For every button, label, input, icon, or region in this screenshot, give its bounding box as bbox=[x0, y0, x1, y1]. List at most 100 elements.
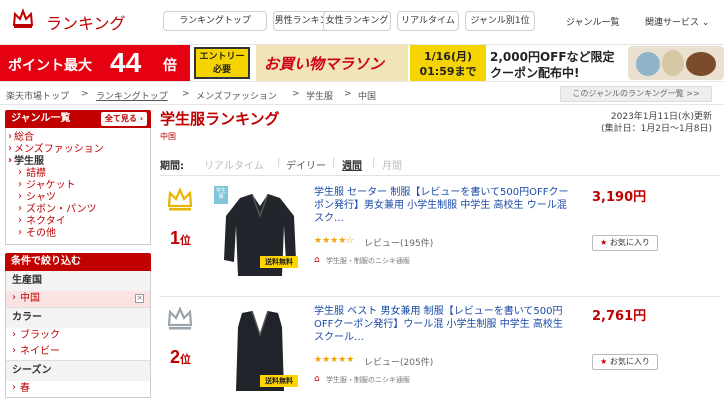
product-image[interactable]: 送料無料 bbox=[214, 305, 306, 401]
free-shipping-badge: 送料無料 bbox=[260, 256, 298, 268]
star-icon: ★ bbox=[600, 238, 608, 247]
genre-item-pants[interactable]: ズボン・パンツ bbox=[6, 203, 150, 216]
coupon-promo: 2,000円OFFなど限定 クーポン配布中! bbox=[486, 45, 724, 81]
subgenre-label: 中国 bbox=[160, 132, 176, 141]
period-label: 期間: bbox=[160, 161, 184, 172]
genre-ranking-list-button[interactable]: このジャンルのランキング一覧 >> bbox=[560, 86, 712, 102]
price: 3,190円 bbox=[592, 190, 647, 205]
nav-realtime[interactable]: リアルタイム bbox=[397, 11, 459, 31]
shop-house-icon: ⌂ bbox=[314, 374, 320, 384]
chevron-down-icon: ⌄ bbox=[701, 18, 710, 28]
filter-country-title: 生産国 bbox=[6, 271, 150, 291]
marathon-banner[interactable]: ポイント最大 44 倍 エントリー必要 お買い物マラソン 1/16(月) 01:… bbox=[0, 44, 724, 82]
star-rating: ★★★★★ bbox=[314, 355, 355, 365]
filter-panel: 生産国 中国 × カラー ブラック ネイビー シーズン 春 bbox=[5, 271, 151, 398]
rank-number: 1位 bbox=[170, 228, 192, 248]
divider bbox=[160, 296, 720, 297]
breadcrumb-sep: > bbox=[81, 89, 89, 99]
marathon-title: お買い物マラソン bbox=[256, 45, 408, 81]
price: 2,761円 bbox=[592, 309, 647, 324]
review-count-link[interactable]: レビュー(195件) bbox=[364, 236, 433, 249]
tab-realtime[interactable]: リアルタイム bbox=[204, 157, 264, 172]
genre-item-mens-fashion[interactable]: メンズファッション bbox=[6, 143, 150, 156]
filter-country-china[interactable]: 中国 × bbox=[6, 291, 150, 307]
review-count-link[interactable]: レビュー(205件) bbox=[364, 355, 433, 368]
shop-name-link[interactable]: 学生服・制服のニシキ通販 bbox=[326, 256, 410, 266]
tab-weekly[interactable]: 週間 bbox=[342, 157, 362, 172]
genre-item-school-uniform[interactable]: 学生服 bbox=[6, 155, 150, 168]
filter-color-navy[interactable]: ネイビー bbox=[6, 344, 150, 360]
breadcrumb-mens-fashion[interactable]: メンズファッション bbox=[196, 89, 277, 102]
see-all-button[interactable]: 全て見る › bbox=[100, 112, 147, 126]
genre-list-header: ジャンル一覧 全て見る › bbox=[5, 110, 151, 128]
coupon-line1: 2,000円OFFなど限定 bbox=[490, 50, 615, 64]
deadline: 1/16(月) 01:59まで bbox=[410, 45, 486, 81]
genre-list-title: ジャンル一覧 bbox=[11, 113, 71, 124]
point-promo: ポイント最大 44 倍 bbox=[0, 45, 190, 81]
updated-info: 2023年1月11日(水)更新 (集計日：1月2日～1月8日) bbox=[601, 111, 712, 135]
breadcrumb-sep: > bbox=[344, 89, 352, 99]
product-title-link[interactable]: 学生服 セーター 制服【レビューを書いて500円OFFクーポン発行】男女兼用 小… bbox=[314, 186, 572, 225]
nav-genre-list[interactable]: ジャンル一覧 bbox=[566, 15, 620, 28]
product-image[interactable]: 学生服 送料無料 bbox=[214, 186, 306, 282]
product-title-link[interactable]: 学生服 ベスト 男女兼用 制服【レビューを書いて500円OFFクーポン発行】ウー… bbox=[314, 305, 572, 344]
period-sep: | bbox=[372, 157, 376, 168]
tab-daily[interactable]: デイリー bbox=[286, 157, 326, 172]
point-number: 44 bbox=[110, 47, 142, 78]
page-title: 学生服ランキング bbox=[160, 110, 280, 128]
silver-crown-icon bbox=[167, 306, 193, 330]
category-tag: 学生服 bbox=[214, 186, 228, 204]
favorite-button[interactable]: ★ お気に入り bbox=[592, 235, 658, 251]
genre-item-other[interactable]: その他 bbox=[6, 227, 150, 240]
nav-ranking-top[interactable]: ランキングトップ bbox=[163, 11, 267, 31]
nav-genre-first[interactable]: ジャンル別1位 bbox=[465, 11, 535, 31]
star-icon: ★ bbox=[600, 357, 608, 366]
point-suffix: 倍 bbox=[163, 58, 177, 74]
breadcrumb-sep: > bbox=[182, 89, 190, 99]
genre-item-overall[interactable]: 総合 bbox=[6, 131, 150, 144]
genre-item-tsumeeri[interactable]: 詰襟 bbox=[6, 167, 150, 180]
aggregation-period: (集計日：1月2日～1月8日) bbox=[601, 124, 712, 134]
deadline-time: 01:59まで bbox=[419, 65, 477, 78]
tab-monthly[interactable]: 月間 bbox=[382, 157, 402, 172]
star-rating: ★★★★☆ bbox=[314, 236, 355, 246]
genre-item-jacket[interactable]: ジャケット bbox=[6, 179, 150, 192]
sidebar: ジャンル一覧 全て見る › 総合 メンズファッション 学生服 詰襟 ジャケット … bbox=[5, 110, 151, 398]
free-shipping-badge: 送料無料 bbox=[260, 375, 298, 387]
filter-season-spring[interactable]: 春 bbox=[6, 381, 150, 397]
ranking-item: 2位 送料無料 学生服 ベスト 男女兼用 制服【レビューを書いて500円OFFク… bbox=[160, 305, 720, 415]
divider bbox=[0, 104, 724, 105]
period-sep: | bbox=[277, 157, 281, 168]
nav-related-services[interactable]: 関連サービス ⌄ bbox=[645, 15, 709, 28]
entry-required-badge: エントリー必要 bbox=[194, 47, 250, 79]
genre-list: 総合 メンズファッション 学生服 詰襟 ジャケット シャツ ズボン・パンツ ネク… bbox=[5, 128, 151, 245]
rank-number: 2位 bbox=[170, 347, 192, 367]
genre-item-shirt[interactable]: シャツ bbox=[6, 191, 150, 204]
breadcrumb-school-uniform[interactable]: 学生服 bbox=[306, 89, 333, 102]
breadcrumb-rakuten-top[interactable]: 楽天市場トップ bbox=[6, 89, 69, 102]
gold-crown-icon bbox=[167, 187, 193, 211]
ranking-item: 1位 学生服 送料無料 学生服 セーター 制服【レビューを書いて500円OFFク… bbox=[160, 186, 720, 296]
banner-product-image bbox=[628, 46, 724, 80]
breadcrumb-ranking-top[interactable]: ランキングトップ bbox=[96, 89, 168, 102]
filter-season-title: シーズン bbox=[6, 360, 150, 381]
filter-country-label: 中国 bbox=[20, 293, 40, 304]
point-prefix: ポイント最大 bbox=[8, 58, 92, 74]
divider bbox=[160, 175, 720, 176]
coupon-line2: クーポン配布中! bbox=[490, 66, 580, 80]
crown-logo-icon[interactable] bbox=[12, 8, 34, 30]
shop-name-link[interactable]: 学生服・制服のニシキ通販 bbox=[326, 375, 410, 385]
chevron-right-icon: › bbox=[139, 114, 143, 123]
favorite-button[interactable]: ★ お気に入り bbox=[592, 354, 658, 370]
nav-women-ranking[interactable]: 女性ランキング bbox=[323, 11, 391, 31]
genre-item-necktie[interactable]: ネクタイ bbox=[6, 215, 150, 228]
remove-filter-icon[interactable]: × bbox=[135, 294, 144, 303]
filter-color-title: カラー bbox=[6, 307, 150, 328]
filter-color-black[interactable]: ブラック bbox=[6, 328, 150, 344]
ranking-logo-text[interactable]: ランキング bbox=[46, 10, 126, 34]
breadcrumb-china: 中国 bbox=[358, 92, 377, 102]
breadcrumb-sep: > bbox=[292, 89, 300, 99]
period-sep: | bbox=[332, 157, 336, 168]
deadline-date: 1/16(月) bbox=[423, 50, 473, 63]
header: ランキング ランキングトップ 男性ランキング 女性ランキング リアルタイム ジャ… bbox=[0, 0, 724, 44]
